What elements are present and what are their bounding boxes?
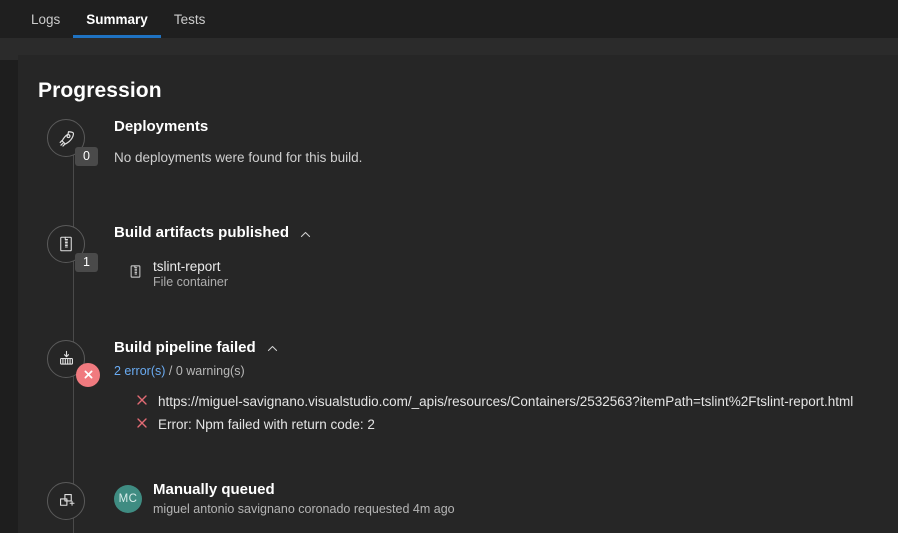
artifact-name: tslint-report (153, 259, 221, 274)
timeline-marker-deployments: 0 (18, 117, 114, 166)
summary-panel: Progression 0 Deployments No deployments… (18, 55, 898, 533)
x-icon (136, 417, 148, 432)
tab-summary[interactable]: Summary (73, 0, 161, 38)
queued-subtitle: miguel antonio savignano coronado reques… (153, 502, 455, 517)
page-title: Progression (38, 79, 162, 102)
pipeline-issue-counts: 2 error(s) / 0 warning(s) (114, 363, 878, 379)
artifacts-heading: Build artifacts published (114, 223, 878, 243)
deployments-node: 0 (47, 119, 98, 166)
queued-node (47, 481, 85, 520)
error-circle-icon (76, 362, 100, 387)
issue-row[interactable]: Error: Npm failed with return code: 2 (136, 413, 878, 436)
timeline-item-deployments: 0 Deployments No deployments were found … (18, 117, 898, 167)
rocket-icon (57, 129, 76, 148)
package-icon (128, 264, 143, 284)
artifacts-count-badge: 1 (75, 253, 98, 272)
timeline-marker-queued (18, 480, 114, 520)
deployments-body: Deployments No deployments were found fo… (114, 117, 898, 167)
artifacts-node: 1 (47, 225, 98, 272)
tab-summary-label: Summary (86, 11, 148, 27)
chevron-up-icon[interactable] (298, 226, 313, 241)
tab-bar: Logs Summary Tests (0, 0, 898, 38)
x-icon (136, 394, 148, 409)
tab-tests-label: Tests (173, 11, 206, 27)
tab-logs[interactable]: Logs (18, 0, 73, 38)
pipeline-errors-link[interactable]: 2 error(s) (114, 364, 165, 378)
tab-logs-label: Logs (31, 11, 61, 27)
artifacts-heading-label: Build artifacts published (114, 224, 290, 241)
artifact-type: File container (153, 274, 229, 289)
pipeline-icon (57, 349, 76, 368)
tab-tests[interactable]: Tests (161, 0, 219, 38)
deployments-heading: Deployments (114, 117, 878, 137)
issue-row[interactable]: https://miguel-savignano.visualstudio.co… (136, 390, 878, 413)
pipeline-heading-label: Build pipeline failed (114, 338, 256, 356)
queue-add-icon (57, 491, 76, 510)
progression-timeline: 0 Deployments No deployments were found … (18, 117, 898, 533)
queued-body: MC Manually queued miguel antonio savign… (114, 480, 898, 518)
queued-title: Manually queued (153, 480, 275, 498)
deployments-heading-label: Deployments (114, 118, 209, 135)
package-icon (57, 235, 75, 253)
timeline-marker-artifacts: 1 (18, 223, 114, 272)
timeline-item-artifacts: 1 Build artifacts published tslint-repor… (18, 223, 898, 290)
timeline-item-pipeline: Build pipeline failed 2 error(s) / 0 war… (18, 338, 898, 436)
issue-text: Error: Npm failed with return code: 2 (158, 416, 375, 432)
deployments-count-badge: 0 (75, 147, 98, 166)
issue-text: https://miguel-savignano.visualstudio.co… (158, 393, 854, 409)
artifacts-body: Build artifacts published tslint-report … (114, 223, 898, 290)
avatar[interactable]: MC (114, 484, 142, 513)
timeline-rail (73, 125, 74, 533)
pipeline-heading: Build pipeline failed (114, 338, 878, 358)
artifact-row[interactable]: tslint-report File container (114, 259, 878, 290)
pipeline-warnings-label: / 0 warning(s) (168, 363, 245, 378)
chevron-up-icon[interactable] (265, 340, 280, 355)
deployments-empty-message: No deployments were found for this build… (114, 150, 363, 165)
queued-row: MC Manually queued miguel antonio savign… (114, 480, 878, 518)
timeline-marker-pipeline (18, 338, 114, 387)
pipeline-node (47, 339, 100, 387)
pipeline-body: Build pipeline failed 2 error(s) / 0 war… (114, 338, 898, 436)
pipeline-issue-list: https://miguel-savignano.visualstudio.co… (114, 390, 878, 436)
timeline-item-queued: MC Manually queued miguel antonio savign… (18, 480, 898, 520)
